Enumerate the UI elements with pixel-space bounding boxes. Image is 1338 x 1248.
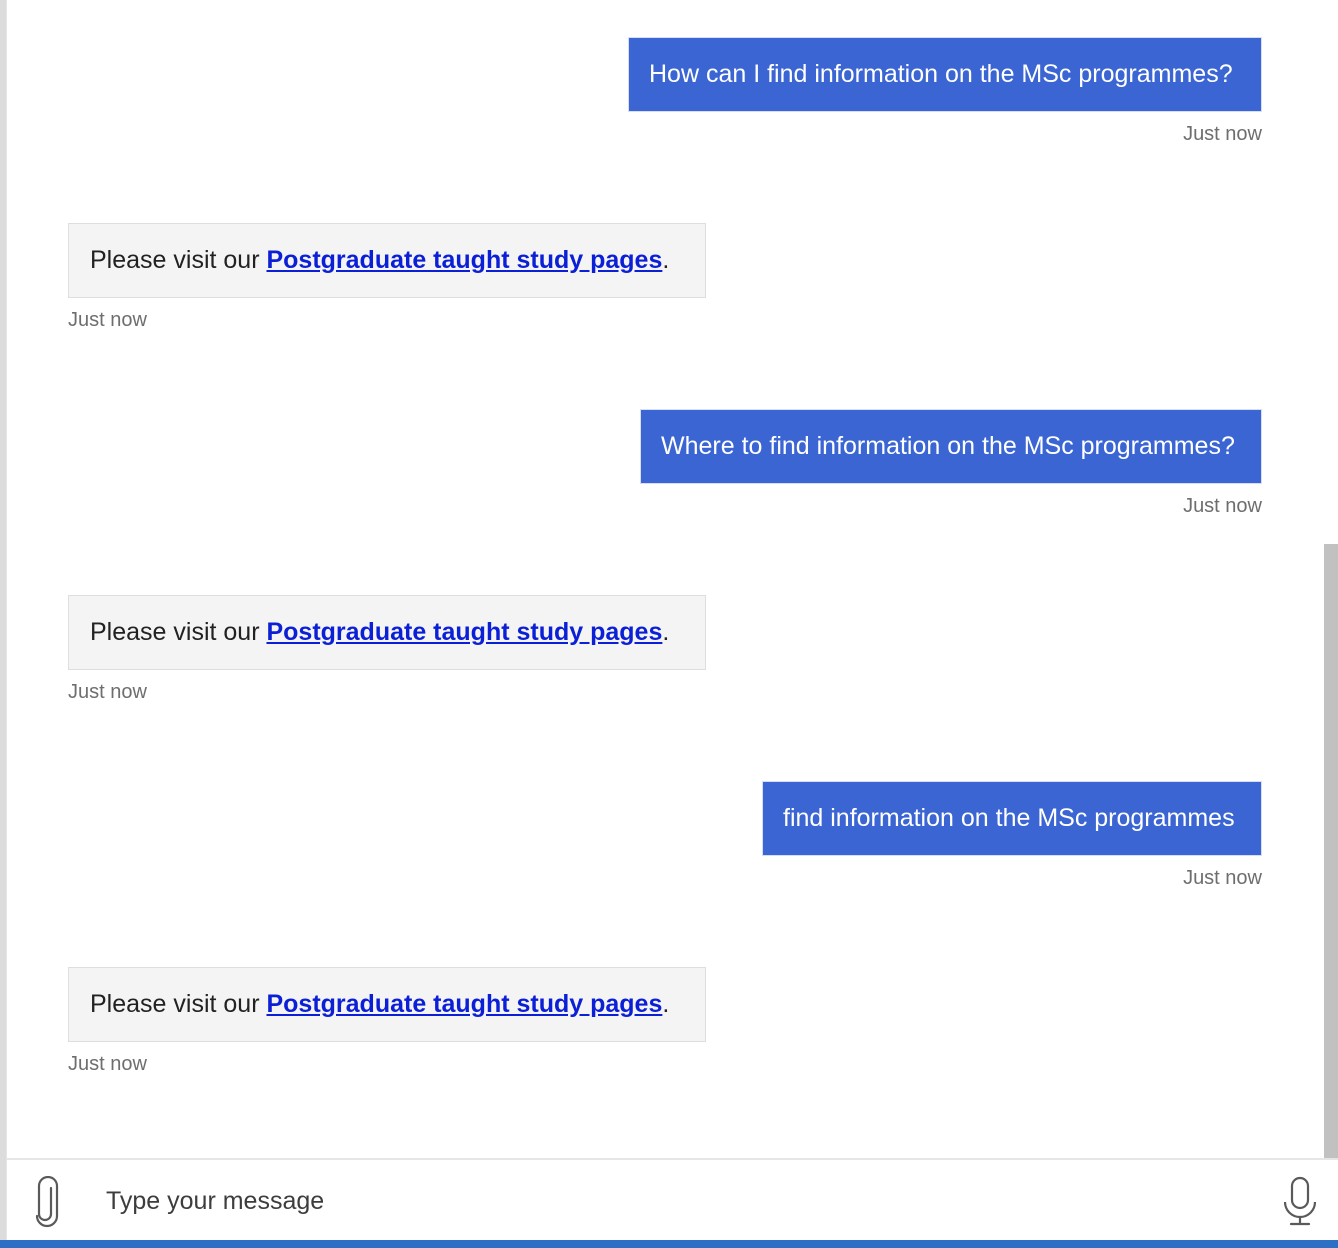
message-timestamp: Just now xyxy=(68,309,147,331)
bot-message-prefix: Please visit our xyxy=(90,618,267,646)
bot-message-prefix: Please visit our xyxy=(90,990,267,1018)
microphone-icon[interactable] xyxy=(1281,1176,1319,1228)
bot-message-suffix: . xyxy=(662,246,670,274)
message-input[interactable] xyxy=(104,1174,1248,1228)
bot-message: Please visit our Postgraduate taught stu… xyxy=(68,595,706,670)
postgraduate-taught-link[interactable]: Postgraduate taught study pages xyxy=(266,246,662,275)
message-timestamp: Just now xyxy=(1183,495,1262,517)
user-message-text: How can I find information on the MSc pr… xyxy=(649,60,1233,88)
message-timestamp: Just now xyxy=(68,681,147,703)
message-history: How can I find information on the MSc pr… xyxy=(7,0,1323,1158)
bot-message-suffix: . xyxy=(662,618,670,646)
window-left-border xyxy=(0,0,7,1248)
message-timestamp: Just now xyxy=(1183,123,1262,145)
message-timestamp: Just now xyxy=(68,1053,147,1075)
user-message-text: find information on the MSc programmes xyxy=(783,804,1235,832)
scrollbar-thumb[interactable] xyxy=(1324,544,1338,1158)
user-message: find information on the MSc programmes xyxy=(762,781,1262,856)
chat-window: How can I find information on the MSc pr… xyxy=(0,0,1338,1248)
bot-message: Please visit our Postgraduate taught stu… xyxy=(68,967,706,1042)
postgraduate-taught-link[interactable]: Postgraduate taught study pages xyxy=(266,618,662,647)
window-bottom-accent-bar xyxy=(0,1240,1338,1248)
user-message: Where to find information on the MSc pro… xyxy=(640,409,1262,484)
bot-message: Please visit our Postgraduate taught stu… xyxy=(68,223,706,298)
bot-message-suffix: . xyxy=(662,990,670,1018)
bot-message-prefix: Please visit our xyxy=(90,246,267,274)
user-message: How can I find information on the MSc pr… xyxy=(628,37,1262,112)
postgraduate-taught-link[interactable]: Postgraduate taught study pages xyxy=(266,990,662,1019)
user-message-text: Where to find information on the MSc pro… xyxy=(661,432,1235,460)
message-composer xyxy=(7,1158,1338,1240)
message-timestamp: Just now xyxy=(1183,867,1262,889)
paperclip-icon[interactable] xyxy=(31,1175,63,1228)
